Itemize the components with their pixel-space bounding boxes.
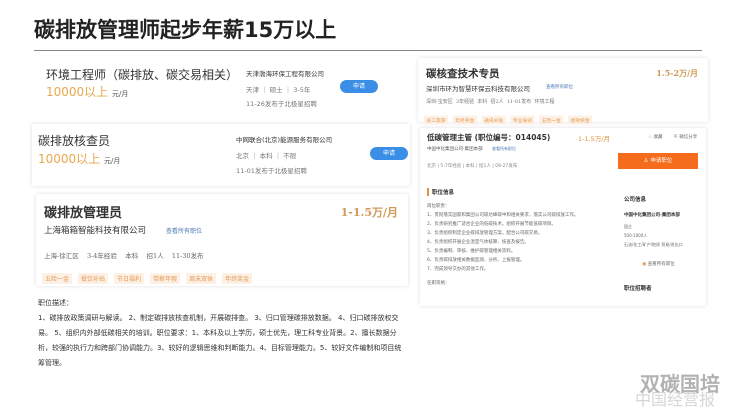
company-name[interactable]: 天津渤海环保工程有限公司	[246, 68, 324, 78]
company-info-list: 国企 500-1000人 石油/化工/矿产/地质 贸易/进出口	[624, 222, 683, 249]
job-meta: 天津 ｜ 硕士 ｜ 3-5年	[246, 86, 311, 94]
job-salary: 1-1.5万/月	[578, 135, 611, 143]
job-detail-panel: 低碳管理主管 (职位编号：014045) 1-1.5万/月 ☆ 收藏 ⇱ 微信分…	[420, 128, 706, 306]
company-name[interactable]: 深圳市环为智慧环保云科技有限公司	[426, 83, 530, 93]
divider	[34, 50, 702, 51]
detail-line: 岗位职责：	[427, 204, 450, 209]
building-icon: ▣	[642, 262, 647, 267]
job-posted: 11-01发布于北极星招聘	[236, 167, 307, 175]
tag: 五险一金	[539, 115, 564, 125]
detail-line: 6、负责碳排放相关数据监测、分析、上报管理。	[427, 258, 525, 263]
location: 深圳-宝安区	[426, 99, 453, 105]
detail-line: 7、完成领导交办的其他工作。	[427, 267, 489, 272]
salary-value: 10000以上	[46, 85, 109, 99]
share-label: 微信分享	[679, 135, 698, 140]
view-all-jobs-link[interactable]: 查看所有职位	[546, 84, 573, 90]
job-meta: 上海-徐汇区 3-4年经验 本科 招1人 11-30发布	[44, 250, 204, 260]
apply-label: 申请职位	[650, 158, 673, 164]
page-title: 碳排放管理师起步年薪15万以上	[34, 18, 337, 42]
share-button[interactable]: ⇱ 微信分享	[674, 134, 697, 140]
view-all-jobs-link[interactable]: 查看所有职位	[166, 226, 202, 235]
job-card-engineer[interactable]: 环境工程师（碳排放、碳交易相关） 10000以上 元/月 天津渤海环保工程有限公…	[36, 58, 410, 118]
job-salary: 10000以上 元/月	[38, 150, 120, 167]
apply-button[interactable]: 申请	[370, 147, 408, 160]
detail-line: 2、负责研究推广适合企业的低碳技术，组织开展节能低碳项目。	[427, 222, 556, 227]
company-name[interactable]: 中网联合(北京)能源服务有限公司	[236, 134, 332, 144]
user-icon: ♙	[643, 158, 649, 164]
tag: 年终奖金	[452, 115, 477, 125]
tag: 员工旅游	[424, 115, 449, 125]
experience: 3年经验	[455, 99, 475, 105]
major: 环境工程	[534, 99, 555, 105]
experience: 3-4年经验	[86, 252, 117, 260]
job-title: 环境工程师（碳排放、碳交易相关）	[46, 68, 239, 82]
view-company-jobs-link[interactable]: ▣ 查看所有职位	[642, 261, 675, 267]
star-icon: ☆	[648, 135, 653, 140]
company-industry: 石油/化工/矿产/地质 贸易/进出口	[624, 242, 683, 247]
company-info-name: 中国中化集团公司-集团本部	[624, 213, 680, 218]
salary-value: 10000以上	[38, 152, 101, 166]
job-title: 碳排放核查员	[38, 134, 111, 148]
collect-button[interactable]: ☆ 收藏	[648, 134, 662, 140]
benefit-tags: 五险一金 餐饮补贴 节日福利 带薪年假 周末双休 年终奖金	[42, 266, 258, 285]
tag: 周末双休	[186, 273, 217, 284]
detail-line: 1、贯彻落实国家和集团公司碳达峰碳中和相关要求，落实公司碳排放工作。	[427, 213, 579, 218]
tag: 年终奖金	[222, 273, 253, 284]
tag: 绩效奖金	[568, 115, 593, 125]
job-salary: 1-1.5万/月	[340, 206, 398, 219]
view-all-jobs-link[interactable]: 查看所有职位	[492, 146, 516, 152]
detail-line: 4、负责组织开展企业温室气体核算、核查及报告。	[427, 240, 529, 245]
detail-line: 任职资格：	[427, 281, 450, 286]
job-card-verifier[interactable]: 碳排放核查员 10000以上 元/月 中网联合(北京)能源服务有限公司 北京 ｜…	[32, 124, 410, 186]
collect-label: 收藏	[653, 135, 663, 140]
salary-unit: 元/月	[104, 157, 121, 165]
company-name[interactable]: 中国中化集团公司-集团本部	[427, 146, 483, 152]
job-card-tech-specialist[interactable]: 碳核查技术专员 1.5-2万/月 深圳市环为智慧环保云科技有限公司 查看所有职位…	[418, 58, 708, 125]
job-title: 碳排放管理员	[44, 206, 123, 221]
job-card-manager[interactable]: 碳排放管理员 1-1.5万/月 上海箱箱智能科技有限公司 查看所有职位 上海-徐…	[36, 194, 408, 286]
tag: 带薪年假	[150, 273, 181, 284]
salary-unit: 元/月	[112, 90, 129, 98]
tag: 餐饮补贴	[78, 273, 109, 284]
watermark-text: 中国经营报	[635, 390, 716, 409]
apply-button[interactable]: 申请	[340, 80, 378, 93]
job-salary: 1.5-2万/月	[656, 68, 698, 78]
company-type: 国企	[624, 224, 632, 229]
job-meta: 北京 | 5-7年经验 | 本科 | 招1人 | 08-27发布	[427, 164, 518, 169]
section-recruiter: 职位招聘者	[624, 286, 652, 292]
job-posted: 11-26发布于北极星招聘	[246, 100, 317, 108]
job-detail-lines: 岗位职责： 1、贯彻落实国家和集团公司碳达峰碳中和相关要求，落实公司碳排放工作。…	[427, 202, 607, 288]
tag: 专业培训	[510, 115, 535, 125]
job-salary: 10000以上 元/月	[46, 83, 128, 100]
job-meta: 北京 ｜ 本科 ｜ 不限	[236, 152, 297, 160]
tag: 节日福利	[114, 273, 145, 284]
headcount: 招2人	[490, 99, 504, 105]
education: 本科	[125, 252, 139, 260]
detail-line: 5、负责编制、审核、维护碳管理相关资料。	[427, 249, 516, 254]
company-name[interactable]: 上海箱箱智能科技有限公司	[44, 224, 146, 236]
view-jobs-label: 查看所有职位	[647, 262, 675, 267]
location: 上海-徐汇区	[44, 252, 79, 260]
section-company-info: 公司信息	[624, 197, 647, 203]
section-job-info: 职位信息	[427, 188, 454, 196]
benefit-tags: 员工旅游 年终奖金 通讯补贴 专业培训 五险一金 绩效奖金	[424, 110, 597, 125]
apply-job-button[interactable]: ♙ 申请职位	[618, 153, 698, 169]
job-title: 碳核查技术专员	[426, 68, 500, 80]
company-size: 500-1000人	[624, 233, 648, 238]
job-title: 低碳管理主管 (职位编号：014045)	[427, 133, 551, 142]
headcount: 招1人	[146, 252, 164, 260]
job-description: 职位描述： 1、碳排放政策调研与解读。 2、制定碳排放核查机制，开展碳排查。 3…	[38, 296, 408, 371]
posted-date: 11-01发布	[506, 99, 532, 105]
share-icon: ⇱	[674, 135, 678, 140]
tag: 通讯补贴	[481, 115, 506, 125]
posted-date: 11-30发布	[171, 252, 204, 260]
tag: 五险一金	[42, 273, 73, 284]
detail-line: 3、负责组织制定企业碳排放管理方案，配合公司碳交易。	[427, 231, 543, 236]
description-heading: 职位描述：	[38, 299, 73, 307]
education: 本科	[477, 99, 488, 105]
job-meta: 深圳-宝安区 3年经验 本科 招2人 11-01发布 环境工程	[426, 98, 554, 105]
description-body: 1、碳排放政策调研与解读。 2、制定碳排放核查机制，开展碳排查。 3、归口管理碳…	[38, 314, 402, 367]
